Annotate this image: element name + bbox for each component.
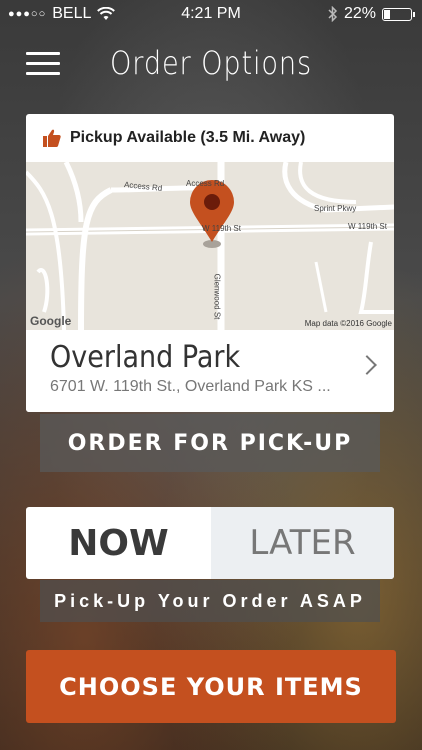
later-option[interactable]: LATER [211, 507, 394, 579]
map-label-sprint-pkwy: Sprint Pkwy [314, 204, 357, 213]
thumbs-up-icon [43, 129, 61, 147]
map-label-access-rd-2: Access Rd [186, 179, 225, 188]
status-bar: ●●●○○ BELL 4:21 PM 22% [0, 0, 422, 28]
page-title: Order Options [110, 44, 312, 82]
chevron-right-icon [357, 355, 377, 375]
pickup-card: Pickup Available (3.5 Mi. Away) Access R… [26, 114, 394, 412]
map-label-glenwood: Glenwood St [212, 273, 222, 320]
location-name: Overland Park [50, 340, 241, 375]
bluetooth-icon [328, 6, 338, 22]
location-row[interactable]: Overland Park 6701 W. 119th St., Overlan… [26, 330, 394, 412]
time-toggle: NOW LATER [26, 507, 394, 579]
google-logo: Google [30, 314, 72, 328]
map-label-w119-right: W 119th St [348, 222, 387, 231]
pickup-availability: Pickup Available (3.5 Mi. Away) [26, 114, 394, 162]
pickup-availability-text: Pickup Available (3.5 Mi. Away) [70, 129, 306, 146]
location-address: 6701 W. 119th St., Overland Park KS ... [50, 378, 331, 395]
status-right: 22% [328, 5, 415, 23]
map-label-w119-left: W 119th St [202, 224, 241, 233]
battery-percent: 22% [343, 5, 376, 22]
choose-your-items-button[interactable]: CHOOSE YOUR ITEMS [26, 650, 396, 723]
map-view[interactable]: Access Rd Access Rd Sprint Pkwy W 119th … [26, 160, 394, 331]
battery-fill [384, 9, 391, 19]
now-option[interactable]: NOW [26, 507, 211, 579]
asap-text: Pick-Up Your Order ASAP [40, 580, 380, 622]
map-copyright: Map data ©2016 Google [304, 319, 392, 328]
order-for-pickup-button[interactable]: ORDER FOR PICK-UP [40, 414, 380, 472]
battery-icon [382, 7, 415, 21]
